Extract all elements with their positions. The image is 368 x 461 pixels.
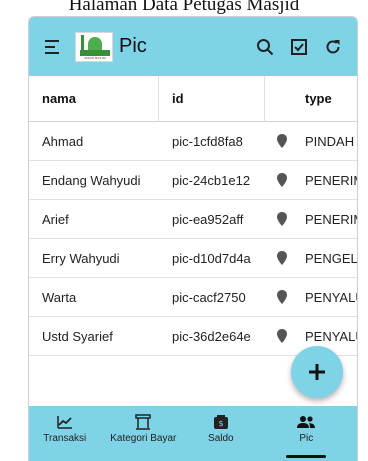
nav-item-pic[interactable]: Pic [256, 413, 357, 458]
location-pin-icon [265, 329, 299, 343]
table-row[interactable]: Arief pic-ea952aff PENERIMA [29, 200, 357, 239]
checkbox-icon [291, 38, 307, 55]
cell-id-text: pic-36d2e64e [172, 328, 251, 344]
nav-item-saldo[interactable]: $ Saldo [186, 413, 256, 444]
select-all-button[interactable] [287, 35, 311, 59]
cell-id: pic-24cb1e12 [159, 173, 265, 188]
column-header-id[interactable]: id [159, 75, 265, 122]
location-pin-icon [265, 290, 299, 304]
nav-item-transaksi[interactable]: Transaksi [29, 413, 101, 444]
nav-label-pic: Pic [299, 433, 314, 444]
cell-id: pic-ea952aff [159, 212, 265, 227]
cell-id-text: pic-1cfd8fa8 [172, 133, 243, 149]
cell-type: PENYALUR [305, 328, 357, 344]
menu-icon[interactable] [45, 39, 63, 54]
cell-nama: Endang Wahyudi [42, 172, 141, 188]
table-row[interactable]: Ahmad pic-1cfd8fa8 PINDAH B [29, 122, 357, 161]
refresh-button[interactable] [321, 35, 345, 59]
cell-id-text: pic-24cb1e12 [172, 172, 251, 188]
cell-nama: Ahmad [42, 133, 84, 149]
svg-text:$: $ [218, 419, 223, 428]
page-title: Pic [119, 35, 147, 57]
refresh-icon [326, 39, 340, 53]
cell-nama: Ustd Syarief [42, 328, 113, 344]
cell-id-text: pic-ea952aff [172, 211, 244, 227]
add-pic-button[interactable] [291, 346, 343, 398]
cell-id: pic-d10d7d4a [159, 251, 265, 266]
page-caption: Halaman Data Petugas Masjid [68, 0, 300, 15]
cell-type: PENGELUA [305, 250, 357, 266]
bottom-navigation: Transaksi Kategori Bayar $ Saldo Pic [29, 406, 357, 461]
cell-type: PENERIMA [305, 172, 357, 188]
cell-id-text: pic-d10d7d4a [172, 250, 251, 266]
cell-id: pic-36d2e64e [159, 329, 265, 344]
cell-type: PENYALUR [305, 289, 357, 305]
cell-nama: Warta [42, 289, 77, 305]
search-icon [257, 38, 274, 55]
cell-id: pic-1cfd8fa8 [159, 134, 265, 149]
location-pin-icon [265, 134, 299, 148]
wallet-icon: $ [213, 413, 229, 431]
nav-label-saldo: Saldo [208, 433, 234, 444]
logo-text: ADMIN MASJID [84, 55, 106, 60]
table-body: Ahmad pic-1cfd8fa8 PINDAH B Endang Wahyu… [29, 122, 357, 356]
app-bar: ADMIN MASJID Pic [29, 17, 357, 76]
appbar-actions [253, 35, 345, 59]
cell-nama: Erry Wahyudi [42, 250, 120, 266]
category-icon [135, 413, 152, 431]
app-screen: ADMIN MASJID Pic nama id type Ahmad pic-… [28, 16, 358, 461]
cell-id-text: pic-cacf2750 [172, 289, 246, 305]
table-row[interactable]: Warta pic-cacf2750 PENYALUR [29, 278, 357, 317]
table-row[interactable]: Erry Wahyudi pic-d10d7d4a PENGELUA [29, 239, 357, 278]
table-header: nama id type [29, 75, 357, 122]
app-logo: ADMIN MASJID [75, 31, 113, 62]
plus-icon [309, 364, 325, 380]
cell-nama: Arief [42, 211, 69, 227]
nav-label-kategori-bayar: Kategori Bayar [110, 433, 177, 444]
cell-type: PINDAH B [305, 133, 357, 149]
location-pin-icon [265, 173, 299, 187]
nav-label-transaksi: Transaksi [43, 433, 87, 444]
table-row[interactable]: Endang Wahyudi pic-24cb1e12 PENERIMA [29, 161, 357, 200]
location-pin-icon [265, 251, 299, 265]
column-header-nama[interactable]: nama [29, 75, 159, 122]
nav-item-kategori-bayar[interactable]: Kategori Bayar [101, 413, 186, 444]
column-header-id-label: id [172, 91, 184, 106]
cell-id: pic-cacf2750 [159, 290, 265, 305]
cell-type: PENERIMA [305, 211, 357, 227]
location-pin-icon [265, 212, 299, 226]
column-header-type[interactable]: type [299, 91, 357, 106]
search-button[interactable] [253, 35, 277, 59]
chart-icon [57, 413, 73, 431]
people-icon [297, 413, 316, 431]
